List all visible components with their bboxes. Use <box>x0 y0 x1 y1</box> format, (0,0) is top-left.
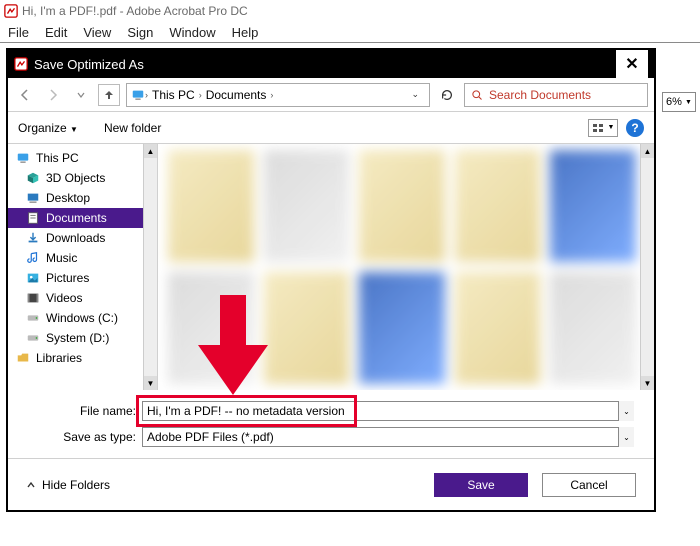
music-icon <box>26 251 40 265</box>
video-icon <box>26 291 40 305</box>
nav-forward-icon[interactable] <box>42 84 64 106</box>
tree-item-label: 3D Objects <box>46 171 105 185</box>
nav-up-button[interactable] <box>98 84 120 106</box>
view-mode-button[interactable]: ▼ <box>588 119 618 137</box>
pdf-icon <box>4 4 18 18</box>
tree-item-downloads[interactable]: Downloads <box>8 228 157 248</box>
crumb-this-pc[interactable]: This PC <box>148 88 199 102</box>
new-folder-button[interactable]: New folder <box>104 121 161 135</box>
tree-item-windows-c[interactable]: Windows (C:) <box>8 308 157 328</box>
tree-item-videos[interactable]: Videos <box>8 288 157 308</box>
scrollbar[interactable]: ▲▼ <box>143 144 157 390</box>
picture-icon <box>26 271 40 285</box>
save-dialog: Save Optimized As ✕ › This PC › Document… <box>6 48 656 512</box>
tree-item-label: System (D:) <box>46 331 109 345</box>
fields: File name: ⌄ Save as type: ⌄ <box>8 390 654 450</box>
savetype-label: Save as type: <box>38 430 136 444</box>
savetype-select[interactable] <box>142 427 634 447</box>
organize-button[interactable]: Organize ▼ <box>18 121 78 135</box>
search-input[interactable]: Search Documents <box>464 83 648 107</box>
toolbar: Organize ▼ New folder ▼ ? <box>8 112 654 144</box>
chevron-right-icon: › <box>270 90 273 100</box>
tree-item-libraries[interactable]: Libraries <box>8 348 157 368</box>
cube-icon <box>26 171 40 185</box>
app-title: Hi, I'm a PDF!.pdf - Adobe Acrobat Pro D… <box>22 4 248 18</box>
app-menubar: File Edit View Sign Window Help <box>0 22 700 42</box>
help-button[interactable]: ? <box>626 119 644 137</box>
menu-file[interactable]: File <box>8 25 29 40</box>
scroll-up-icon[interactable]: ▲ <box>144 144 157 158</box>
tree-item-label: Documents <box>46 211 107 225</box>
nav-row: › This PC › Documents › ⌄ Search Documen… <box>8 78 654 112</box>
tree-item-label: This PC <box>36 151 79 165</box>
tree-item-music[interactable]: Music <box>8 248 157 268</box>
monitor-icon <box>16 151 30 165</box>
body: This PC 3D Objects Desktop Documents Downloa… <box>8 144 654 390</box>
dialog-title: Save Optimized As <box>34 57 144 72</box>
scroll-up-icon[interactable]: ▲ <box>641 144 654 158</box>
doc-icon <box>26 211 40 225</box>
tree-item-label: Downloads <box>46 231 105 245</box>
menu-window[interactable]: Window <box>169 25 215 40</box>
drive-icon <box>26 331 40 345</box>
download-icon <box>26 231 40 245</box>
tree-item-pictures[interactable]: Pictures <box>8 268 157 288</box>
crumb-documents[interactable]: Documents <box>202 88 271 102</box>
hide-folders-button[interactable]: Hide Folders <box>26 478 110 492</box>
search-icon <box>471 89 483 101</box>
scrollbar[interactable]: ▲ ▼ <box>640 144 654 390</box>
menu-view[interactable]: View <box>83 25 111 40</box>
scroll-down-icon[interactable]: ▼ <box>144 376 157 390</box>
close-button[interactable]: ✕ <box>616 50 648 78</box>
scroll-down-icon[interactable]: ▼ <box>641 376 654 390</box>
zoom-level[interactable]: 6% ▼ <box>662 92 696 112</box>
tree-item-label: Desktop <box>46 191 90 205</box>
save-button[interactable]: Save <box>434 473 528 497</box>
menu-sign[interactable]: Sign <box>127 25 153 40</box>
filename-input[interactable] <box>142 401 634 421</box>
savetype-dropdown-icon[interactable]: ⌄ <box>618 427 634 447</box>
file-list[interactable]: ▲ ▼ <box>158 144 654 390</box>
filename-dropdown-icon[interactable]: ⌄ <box>618 401 634 421</box>
list-view-icon <box>592 123 606 133</box>
cancel-button[interactable]: Cancel <box>542 473 636 497</box>
nav-recent-dropdown-icon[interactable] <box>70 84 92 106</box>
tree-item-label: Libraries <box>36 351 82 365</box>
tree-item-documents[interactable]: Documents <box>8 208 157 228</box>
pdf-icon <box>14 57 28 71</box>
chevron-up-icon <box>26 480 36 490</box>
tree-item-system-d[interactable]: System (D:) <box>8 328 157 348</box>
tree-item-label: Windows (C:) <box>46 311 118 325</box>
drive-icon <box>26 311 40 325</box>
tree-item-desktop[interactable]: Desktop <box>8 188 157 208</box>
blurred-thumbnails <box>168 150 636 384</box>
app-titlebar: Hi, I'm a PDF!.pdf - Adobe Acrobat Pro D… <box>0 0 700 22</box>
nav-back-icon[interactable] <box>14 84 36 106</box>
monitor-icon <box>131 88 145 102</box>
tree-item-3d-objects[interactable]: 3D Objects <box>8 168 157 188</box>
breadcrumb[interactable]: › This PC › Documents › ⌄ <box>126 83 430 107</box>
folder-icon <box>16 351 30 365</box>
dialog-titlebar: Save Optimized As ✕ <box>8 50 654 78</box>
menu-help[interactable]: Help <box>232 25 259 40</box>
tree-item-label: Videos <box>46 291 82 305</box>
desktop-icon <box>26 191 40 205</box>
refresh-button[interactable] <box>436 84 458 106</box>
tree-item-label: Pictures <box>46 271 89 285</box>
filename-label: File name: <box>38 404 136 418</box>
folder-tree: This PC 3D Objects Desktop Documents Downloa… <box>8 144 158 390</box>
tree-item-this-pc[interactable]: This PC <box>8 148 157 168</box>
tree-item-label: Music <box>46 251 77 265</box>
search-placeholder: Search Documents <box>489 88 591 102</box>
chevron-down-icon[interactable]: ⌄ <box>411 89 419 100</box>
menu-edit[interactable]: Edit <box>45 25 67 40</box>
dialog-footer: Hide Folders Save Cancel <box>8 458 654 510</box>
divider <box>0 42 700 43</box>
